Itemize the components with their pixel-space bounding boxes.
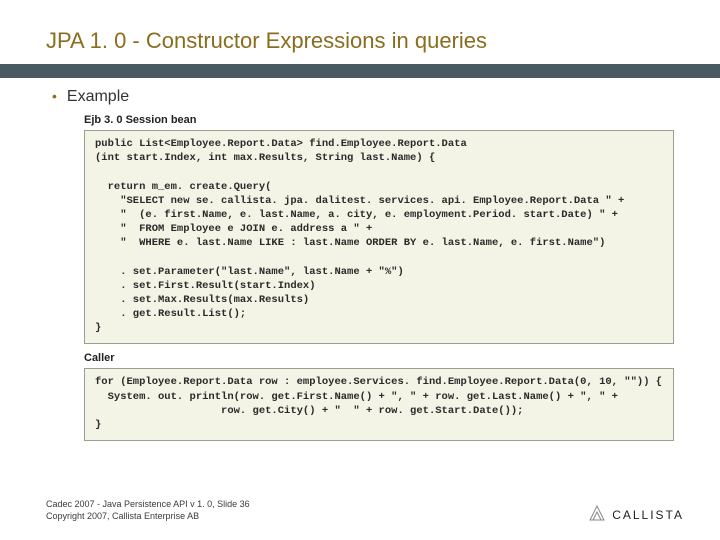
bullet-example: • Example bbox=[52, 88, 674, 106]
footer-line-1: Cadec 2007 - Java Persistence API v 1. 0… bbox=[46, 498, 250, 510]
bullet-icon: • bbox=[52, 88, 57, 104]
slide-footer: Cadec 2007 - Java Persistence API v 1. 0… bbox=[46, 498, 250, 522]
bullet-label: Example bbox=[67, 88, 129, 106]
subhead-caller: Caller bbox=[84, 352, 674, 364]
slide-content: • Example Ejb 3. 0 Session bean public L… bbox=[0, 88, 720, 441]
callista-logo: CALLISTA bbox=[588, 504, 684, 522]
logo-text: CALLISTA bbox=[612, 508, 684, 522]
logo-mark-icon bbox=[588, 504, 606, 522]
subhead-session-bean: Ejb 3. 0 Session bean bbox=[84, 114, 674, 126]
slide-title: JPA 1. 0 - Constructor Expressions in qu… bbox=[0, 0, 720, 60]
code-session-bean: public List<Employee.Report.Data> find.E… bbox=[84, 130, 674, 344]
footer-line-2: Copyright 2007, Callista Enterprise AB bbox=[46, 510, 250, 522]
code-caller: for (Employee.Report.Data row : employee… bbox=[84, 368, 674, 441]
title-rule bbox=[0, 64, 720, 78]
